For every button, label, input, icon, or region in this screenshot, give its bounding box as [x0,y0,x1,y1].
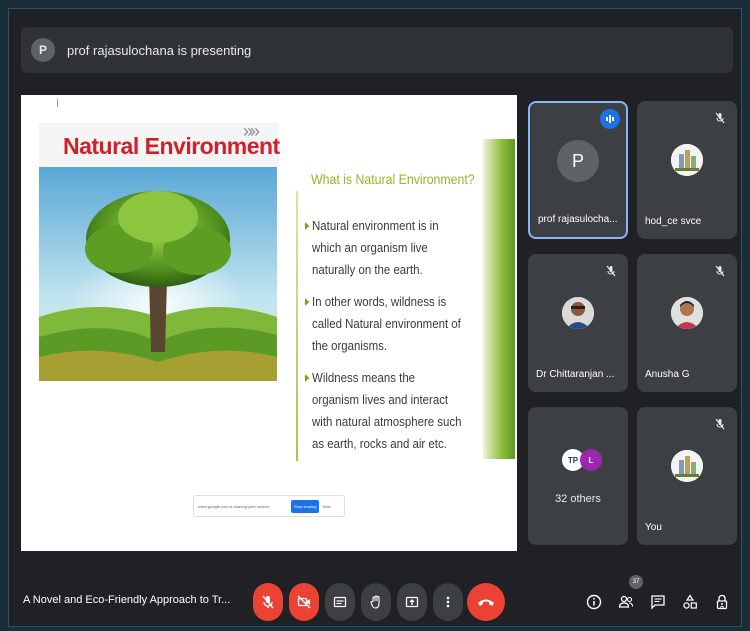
slide-cursor-mark [57,99,58,107]
participant-name: You [645,522,662,533]
slide-bullet: Wildness means the organism lives and in… [305,367,463,455]
host-controls-button[interactable] [711,591,733,613]
more-vertical-icon [446,596,450,608]
presenting-label: prof rajasulochana is presenting [67,42,252,58]
leave-call-button[interactable] [467,583,505,621]
participant-avatar [671,297,703,329]
participant-tile-prof-rajasulochana[interactable]: P prof rajasulocha... [528,101,628,239]
participant-avatar: L [580,449,602,471]
participant-name: prof rajasulocha... [538,214,618,225]
hide-button[interactable]: Hide [322,504,330,509]
people-icon [618,595,634,608]
presenter-avatar: P [31,38,55,62]
present-icon [405,596,419,608]
participant-avatar [671,144,703,176]
more-options-button[interactable] [433,583,463,621]
meeting-title: A Novel and Eco-Friendly Approach to Tr.… [23,594,231,606]
slide-green-stripe [483,139,515,459]
mic-off-icon [711,415,729,433]
mic-toggle-button[interactable] [253,583,283,621]
captions-button[interactable] [325,583,355,621]
others-avatar-group: TP L [562,449,602,471]
mic-off-icon [711,109,729,127]
camera-off-icon [297,595,311,609]
people-button[interactable] [615,591,637,613]
tree-image [39,167,277,381]
presenting-bar: P prof rajasulochana is presenting [21,27,733,73]
info-icon [586,594,602,610]
present-screen-button[interactable] [397,583,427,621]
shared-screen-slide: Natural Environment »» What is Natural E… [21,95,517,551]
chat-button[interactable] [647,591,669,613]
participant-tile-anusha-g[interactable]: Anusha G [637,254,737,392]
activities-icon [683,594,697,609]
stop-sharing-button[interactable]: Stop sharing [291,499,320,513]
participant-avatar [562,297,594,329]
screen-share-notice: meet.google.com is sharing your screen S… [193,495,345,517]
participant-tile-others[interactable]: TP L 32 others [528,407,628,545]
raise-hand-button[interactable] [361,583,391,621]
chat-icon [651,595,665,610]
mic-off-icon [602,262,620,280]
slide-chevrons: »» [243,121,260,141]
share-notice-text: meet.google.com is sharing your screen [198,503,269,509]
participant-avatar [671,450,703,482]
meeting-details-button[interactable] [583,591,605,613]
activities-button[interactable] [679,591,701,613]
participant-tile-you[interactable]: You [637,407,737,545]
speaking-indicator-icon [600,109,620,129]
meet-window: P prof rajasulochana is presenting Natur… [8,8,742,627]
hang-up-icon [478,599,494,606]
mic-off-icon [711,262,729,280]
camera-toggle-button[interactable] [289,583,319,621]
captions-icon [333,596,347,608]
participant-name: Dr Chittaranjan ... [536,369,615,380]
participant-tile-hod-ce-svce[interactable]: hod_ce svce [637,101,737,239]
lock-person-icon [716,594,728,610]
participant-name: 32 others [555,493,601,505]
participant-count-badge: 37 [629,575,643,589]
slide-divider-line [296,191,298,461]
slide-bullet: Natural environment is in which an organ… [305,215,463,281]
participant-tile-dr-chittaranjan[interactable]: Dr Chittaranjan ... [528,254,628,392]
slide-bullet-list: Natural environment is in which an organ… [305,215,485,465]
participant-name: hod_ce svce [645,216,702,227]
meeting-controls-bar: A Novel and Eco-Friendly Approach to Tr.… [9,569,741,626]
participant-name: Anusha G [645,369,690,380]
slide-bullet: In other words, wildness is called Natur… [305,291,463,357]
mic-off-icon [262,595,274,609]
hand-icon [370,595,380,609]
participant-avatar: P [557,140,599,182]
slide-subtitle: What is Natural Environment? [311,171,475,187]
